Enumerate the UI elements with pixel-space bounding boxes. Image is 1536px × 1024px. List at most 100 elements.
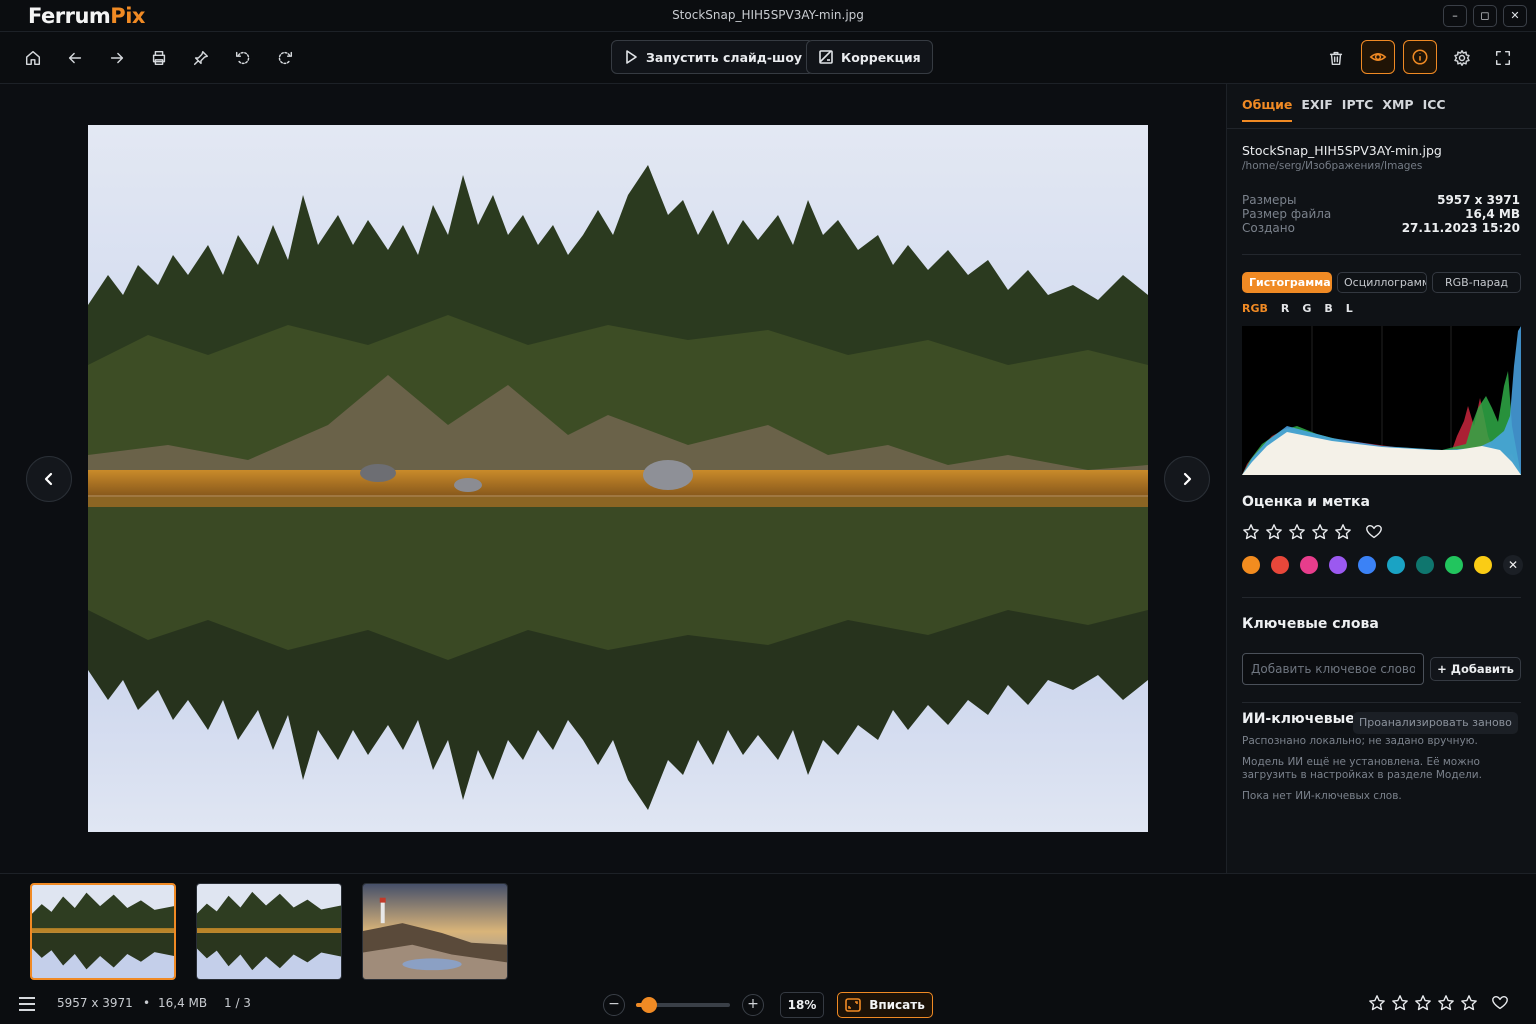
- correction-button[interactable]: Коррекция: [806, 40, 933, 74]
- print-icon[interactable]: [146, 45, 172, 71]
- rating-title: Оценка и метка: [1242, 494, 1370, 510]
- zoom-level[interactable]: 18%: [780, 992, 824, 1018]
- divider: [1242, 702, 1521, 703]
- star-icon[interactable]: [1334, 523, 1352, 541]
- filmstrip: 5957 x 3971 • 16,4 MB 1 / 3 − + 18% Впис…: [0, 873, 1536, 1024]
- color-label-red[interactable]: [1271, 556, 1289, 574]
- channel-r[interactable]: R: [1281, 302, 1289, 315]
- tab-waveform[interactable]: Осциллограмма: [1337, 272, 1427, 293]
- file-path: /home/serg/Изображения/Images: [1242, 160, 1423, 172]
- zoom-slider[interactable]: [636, 997, 730, 1013]
- menu-icon[interactable]: [19, 997, 35, 1011]
- maximize-button[interactable]: ◻: [1473, 5, 1497, 27]
- next-image-button[interactable]: [1164, 456, 1210, 502]
- arrow-left-icon[interactable]: [62, 45, 88, 71]
- histogram-channels: RGB R G B L: [1242, 302, 1353, 315]
- fit-label: Вписать: [869, 998, 925, 1012]
- panel-rating-stars: [1242, 523, 1383, 541]
- minimize-button[interactable]: –: [1443, 5, 1467, 27]
- fit-button[interactable]: Вписать: [837, 992, 933, 1018]
- trash-icon[interactable]: [1323, 45, 1349, 71]
- play-icon: [626, 50, 637, 64]
- star-icon[interactable]: [1391, 994, 1409, 1012]
- status-position: 1 / 3: [224, 996, 251, 1010]
- star-icon[interactable]: [1265, 523, 1283, 541]
- close-button[interactable]: ✕: [1503, 5, 1527, 27]
- color-label-orange[interactable]: [1242, 556, 1260, 574]
- tab-exif[interactable]: EXIF: [1301, 97, 1332, 122]
- ai-status-text: Распознано локально; не задано вручную.: [1242, 735, 1478, 747]
- thumbnail[interactable]: [362, 883, 508, 980]
- thumbnail[interactable]: [196, 883, 342, 980]
- thumbnail[interactable]: [30, 883, 176, 980]
- zoom-slider-handle[interactable]: [641, 997, 657, 1013]
- status-dimensions: 5957 x 3971: [57, 996, 133, 1010]
- color-label-yellow[interactable]: [1474, 556, 1492, 574]
- star-icon[interactable]: [1460, 994, 1478, 1012]
- meta-row-dimensions: Размеры 5957 x 3971: [1242, 193, 1520, 207]
- color-label-teal[interactable]: [1416, 556, 1434, 574]
- channel-b[interactable]: B: [1324, 302, 1332, 315]
- star-icon[interactable]: [1288, 523, 1306, 541]
- chevron-left-icon: [44, 472, 53, 486]
- eye-icon: [1369, 53, 1387, 61]
- star-icon[interactable]: [1242, 523, 1260, 541]
- image-viewer: [0, 84, 1226, 873]
- zoom-in-button[interactable]: +: [742, 994, 764, 1016]
- channel-g[interactable]: G: [1302, 302, 1311, 315]
- pin-icon[interactable]: [188, 45, 214, 71]
- chevron-right-icon: [1183, 472, 1192, 486]
- fullscreen-icon[interactable]: [1490, 45, 1516, 71]
- tab-general[interactable]: Общие: [1242, 97, 1293, 122]
- window-title: StockSnap_HIH5SPV3AY-min.jpg: [672, 8, 864, 22]
- rotate-right-icon[interactable]: [272, 45, 298, 71]
- add-keyword-button[interactable]: + Добавить: [1430, 657, 1521, 681]
- zoom-out-button[interactable]: −: [603, 994, 625, 1016]
- keywords-title: Ключевые слова: [1242, 616, 1379, 632]
- color-label-pink[interactable]: [1300, 556, 1318, 574]
- star-icon[interactable]: [1414, 994, 1432, 1012]
- color-label-purple[interactable]: [1329, 556, 1347, 574]
- star-icon[interactable]: [1311, 523, 1329, 541]
- color-label-cyan[interactable]: [1387, 556, 1405, 574]
- clear-color-label-button[interactable]: ✕: [1503, 555, 1523, 575]
- star-icon[interactable]: [1437, 994, 1455, 1012]
- info-panel: Общие EXIF IPTC XMP ICC StockSnap_HIH5SP…: [1226, 84, 1536, 873]
- heart-icon[interactable]: [1491, 994, 1509, 1012]
- meta-row-filesize: Размер файла 16,4 MB: [1242, 207, 1520, 221]
- color-label-blue[interactable]: [1358, 556, 1376, 574]
- slideshow-label: Запустить слайд-шоу: [646, 49, 803, 65]
- file-name: StockSnap_HIH5SPV3AY-min.jpg: [1242, 143, 1442, 158]
- info-toggle-button[interactable]: [1403, 40, 1437, 74]
- tab-icc[interactable]: ICC: [1423, 97, 1446, 122]
- preview-toggle-button[interactable]: [1361, 40, 1395, 74]
- channel-rgb[interactable]: RGB: [1242, 302, 1268, 315]
- tab-xmp[interactable]: XMP: [1382, 97, 1413, 122]
- rotate-left-icon[interactable]: [230, 45, 256, 71]
- previous-image-button[interactable]: [26, 456, 72, 502]
- star-icon[interactable]: [1368, 994, 1386, 1012]
- tab-rgb-parade[interactable]: RGB-парад: [1432, 272, 1521, 293]
- heart-icon[interactable]: [1365, 523, 1383, 541]
- status-filesize: 16,4 MB: [158, 996, 208, 1010]
- reanalyze-button[interactable]: Проанализировать заново: [1353, 712, 1518, 734]
- histogram-mode-tabs: Гистограмма Осциллограмма RGB-парад: [1242, 272, 1521, 293]
- image-edit-icon: [819, 50, 833, 64]
- tab-histogram[interactable]: Гистограмма: [1242, 272, 1332, 293]
- ai-keywords-title: ИИ-ключевые слова: [1242, 711, 1354, 727]
- arrow-right-icon[interactable]: [104, 45, 130, 71]
- status-separator: •: [143, 996, 151, 1010]
- histogram-chart: [1242, 326, 1521, 475]
- ai-model-notice: Модель ИИ ещё не установлена. Её можно з…: [1242, 756, 1482, 781]
- tab-iptc[interactable]: IPTC: [1342, 97, 1374, 122]
- color-label-green[interactable]: [1445, 556, 1463, 574]
- divider: [1242, 254, 1521, 255]
- slideshow-button[interactable]: Запустить слайд-шоу: [611, 40, 815, 74]
- home-icon[interactable]: [20, 45, 46, 71]
- channel-l[interactable]: L: [1346, 302, 1353, 315]
- gear-icon[interactable]: [1449, 45, 1475, 71]
- keyword-input[interactable]: [1242, 653, 1424, 685]
- meta-row-created: Создано 27.11.2023 15:20: [1242, 221, 1520, 235]
- divider: [1242, 597, 1521, 598]
- toolbar: Запустить слайд-шоу Коррекция: [0, 32, 1536, 84]
